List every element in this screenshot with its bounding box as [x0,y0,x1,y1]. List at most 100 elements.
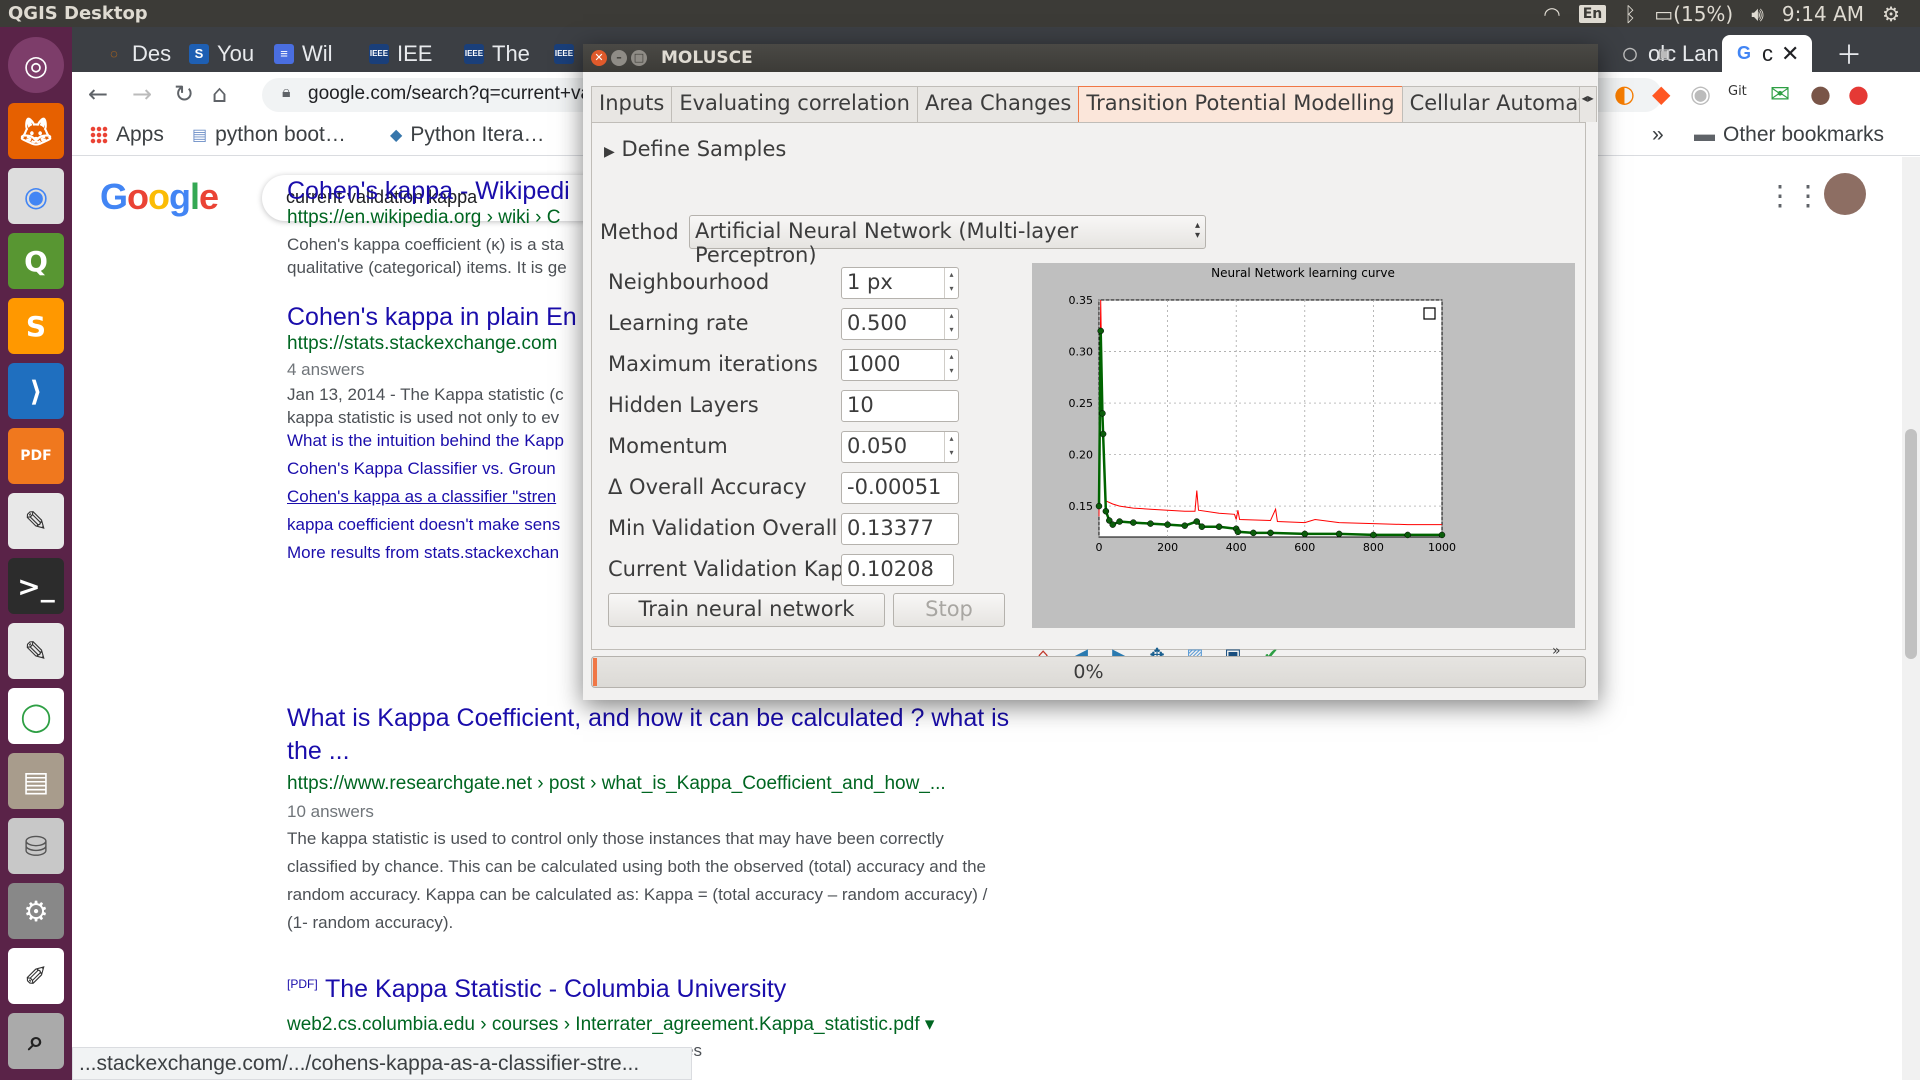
clock[interactable]: 9:14 AM [1782,2,1864,26]
dialog-titlebar[interactable]: ✕ – □ MOLUSCE [583,44,1598,72]
browser-tab[interactable]: ≡ Wil [262,35,333,72]
pdf-reader-icon[interactable]: PDF [8,428,64,484]
bookmark-other[interactable]: ▬ Other bookmarks [1694,123,1884,147]
legend-box [1423,307,1436,320]
wifi-icon[interactable]: ◠ [1543,2,1560,26]
files-icon[interactable]: ▤ [8,753,64,809]
browser-tab[interactable]: ◌ Des [92,35,171,72]
hidden-layers-input[interactable]: 10 [841,390,959,422]
bookmark-python-itera[interactable]: ◆ Python Itera… [390,123,545,147]
forward-icon[interactable]: → [132,80,152,108]
tab-label: Des [132,40,172,66]
tab-label: c [1762,40,1773,66]
extension-icon[interactable]: ✉ [1770,80,1790,108]
update-icon[interactable]: ● [1848,80,1869,108]
result-title[interactable]: Cohen's kappa - Wikipedi [287,177,570,206]
learning-rate-spinbox[interactable]: 0.500 ▴ ▾ [841,308,959,340]
apps-grid-icon[interactable]: ⋮⋮ [1766,179,1822,212]
new-tab-button[interactable]: ＋ [1824,35,1862,72]
related-link[interactable]: More results from stats.stackexchan [287,543,559,563]
series-point [1099,430,1107,438]
tab-cellular-automata[interactable]: Cellular Automata [1401,86,1580,122]
back-icon[interactable]: ← [88,80,108,108]
terminal-icon[interactable]: >_ [8,558,64,614]
train-neural-network-button[interactable]: Train neural network [608,593,885,627]
tab-area-changes[interactable]: Area Changes [916,86,1080,122]
sync-app-icon[interactable]: ◯ [8,688,64,744]
max-iterations-spinbox[interactable]: 1000 ▴ ▾ [841,349,959,381]
close-tab-icon[interactable]: ✕ [1781,41,1799,67]
firefox-icon[interactable]: 🦊︎ [8,103,64,159]
result-title-continued[interactable]: the ... [287,737,350,766]
tab-label: The [492,40,530,66]
browser-tab-active[interactable]: G c ✕ [1722,35,1812,72]
result-url[interactable]: https://en.wikipedia.org › wiki › C [287,207,561,229]
extension-icon[interactable]: ◉ [1690,80,1711,108]
text-editor-icon[interactable]: ✎ [8,493,64,549]
browser-tab[interactable]: IEEE [542,35,574,72]
spin-arrows-icon[interactable]: ▴ ▾ [944,350,958,380]
scrollbar-thumb[interactable] [1905,429,1917,659]
related-link[interactable]: Cohen's kappa as a classifier "stren [287,487,556,507]
spin-arrows-icon[interactable]: ▴ ▾ [944,309,958,339]
text-editor-2-icon[interactable]: ✎ [8,623,64,679]
result-title[interactable]: The Kappa Statistic - Columbia Universit… [325,975,786,1004]
result-url[interactable]: web2.cs.columbia.edu › courses › Interra… [287,1013,934,1036]
google-logo[interactable]: Google [100,176,219,218]
tab-transition-potential-modelling[interactable]: Transition Potential Modelling [1078,86,1403,122]
chrome-icon[interactable]: ◉ [8,168,64,224]
settings-icon[interactable]: ⚙ [8,883,64,939]
python-icon: ◆ [390,127,403,144]
minimize-icon[interactable]: – [611,50,627,66]
maximize-icon[interactable]: □ [631,50,647,66]
reload-icon[interactable]: ↻ [174,80,194,108]
bookmark-python-boot[interactable]: ▤ python boot… [192,123,346,147]
spin-arrows-icon[interactable]: ▴ ▾ [944,432,958,462]
tab-evaluating-correlation[interactable]: Evaluating correlation [671,86,918,122]
tab-inputs[interactable]: Inputs [591,86,673,122]
browser-tab[interactable]: IEEE The [452,35,530,72]
result-title[interactable]: What is Kappa Coefficient, and how it ca… [287,704,1009,733]
account-avatar[interactable] [1824,173,1866,215]
momentum-spinbox[interactable]: 0.050 ▴ ▾ [841,431,959,463]
progress-fill [593,658,597,686]
ubuntu-dash-icon[interactable]: ◎ [8,37,64,93]
volume-icon[interactable]: 🔊︎ [1751,2,1764,26]
related-link[interactable]: Cohen's Kappa Classifier vs. Groun [287,459,556,479]
gitzip-icon[interactable]: Git [1728,84,1747,99]
browser-tab[interactable]: IEEE IEE [357,35,432,72]
power-gear-icon[interactable]: ⚙ [1882,2,1900,26]
sublime-icon[interactable]: S [8,298,64,354]
bluetooth-icon[interactable]: ᛒ [1624,2,1636,26]
spin-arrows-icon[interactable]: ▴ ▾ [944,268,958,298]
paint-app-icon[interactable]: ✐ [8,948,64,1004]
page-scrollbar[interactable] [1902,157,1920,1080]
disk-icon[interactable]: ⛁ [8,818,64,874]
keyboard-layout[interactable]: En [1578,5,1607,23]
home-icon[interactable]: ⌂ [212,80,227,108]
extension-icon[interactable]: ◐ [1614,80,1635,108]
vscode-icon[interactable]: ⟩ [8,363,64,419]
related-link[interactable]: What is the intuition behind the Kapp [287,431,564,451]
qgis-icon[interactable]: Q [8,233,64,289]
search-tool-icon[interactable]: ⌕ [8,1013,64,1069]
bookmarks-overflow[interactable]: » [1652,123,1664,147]
browser-tab[interactable]: ▣ Lan [1642,35,1719,72]
battery-indicator[interactable]: ▭(15%) [1654,2,1733,26]
define-samples-toggle[interactable]: ▶ Define Samples [604,137,786,161]
result-url[interactable]: https://www.researchgate.net › post › wh… [287,773,946,795]
stop-button[interactable]: Stop [893,593,1005,627]
close-icon[interactable]: ✕ [591,50,607,66]
related-link[interactable]: kappa coefficient doesn't make sens [287,515,560,535]
result-url[interactable]: https://stats.stackexchange.com [287,333,557,355]
series-point [1147,520,1154,527]
profile-avatar[interactable]: ● [1810,80,1831,108]
result-meta: 10 answers [287,802,374,821]
result-title[interactable]: Cohen's kappa in plain En [287,303,577,332]
method-select[interactable]: Artificial Neural Network (Multi-layer P… [689,215,1206,267]
tab-scroll-arrows[interactable]: ◂▸ [1578,86,1597,122]
neighbourhood-spinbox[interactable]: 1 px ▴ ▾ [841,267,959,299]
browser-tab[interactable]: S You [177,35,254,72]
bookmark-apps[interactable]: Apps [90,123,164,147]
extension-icon[interactable]: ◆ [1652,80,1670,108]
